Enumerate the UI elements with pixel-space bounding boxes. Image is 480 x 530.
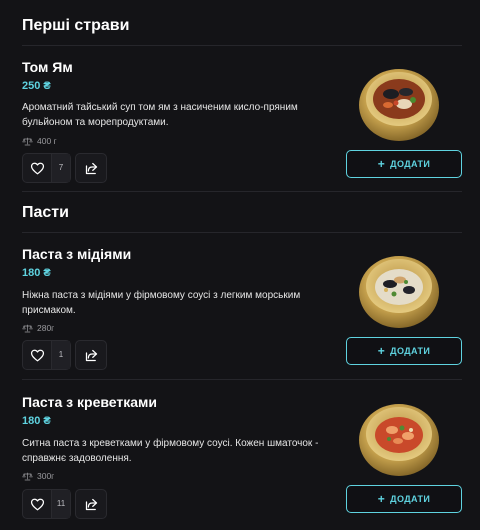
plus-icon: + xyxy=(377,492,386,506)
like-control: 7 xyxy=(22,153,71,183)
section-divider xyxy=(22,45,462,46)
share-icon xyxy=(84,161,99,176)
item-weight: 300г xyxy=(22,471,54,481)
heart-icon xyxy=(30,161,45,176)
like-button[interactable] xyxy=(23,341,51,369)
item-price: 250 ₴ xyxy=(22,80,51,92)
item-actions: 1 xyxy=(22,340,107,370)
item-description: Ніжна паста з мідіями у фірмовому соусі … xyxy=(22,290,301,316)
item-actions: 11 xyxy=(22,489,107,519)
plus-icon: + xyxy=(377,344,386,358)
item-weight: 280г xyxy=(22,323,54,333)
like-count: 1 xyxy=(51,341,70,369)
scale-icon xyxy=(22,472,33,481)
add-to-cart-button[interactable]: + ДОДАТИ xyxy=(346,337,462,365)
item-description: Ситна паста з креветками у фірмовому соу… xyxy=(22,438,319,464)
like-count: 11 xyxy=(51,490,70,518)
add-button-label: ДОДАТИ xyxy=(390,346,431,356)
like-button[interactable] xyxy=(23,490,51,518)
scale-icon xyxy=(22,324,33,333)
tom-yum-dish-image xyxy=(359,69,439,141)
item-name: Том Ям xyxy=(22,59,73,75)
like-count: 7 xyxy=(51,154,70,182)
add-button-label: ДОДАТИ xyxy=(390,159,431,169)
shrimp-pasta-dish-image xyxy=(359,404,439,476)
item-weight-value: 300г xyxy=(37,471,55,481)
share-icon xyxy=(84,497,99,512)
heart-icon xyxy=(30,497,45,512)
add-to-cart-button[interactable]: + ДОДАТИ xyxy=(346,150,462,178)
add-to-cart-button[interactable]: + ДОДАТИ xyxy=(346,485,462,513)
item-price: 180 ₴ xyxy=(22,415,51,427)
like-control: 11 xyxy=(22,489,71,519)
item-divider xyxy=(22,379,462,380)
item-weight: 400 г xyxy=(22,136,57,146)
menu-page: Перші страви Том Ям 250 ₴ Ароматний тайс… xyxy=(0,0,480,530)
item-name: Паста з мідіями xyxy=(22,246,132,262)
share-icon xyxy=(84,348,99,363)
item-actions: 7 xyxy=(22,153,107,183)
item-divider xyxy=(22,191,462,192)
heart-icon xyxy=(30,348,45,363)
item-description: Ароматний тайський суп том ям з насичени… xyxy=(22,102,298,128)
mussel-pasta-dish-image xyxy=(359,256,439,328)
add-button-label: ДОДАТИ xyxy=(390,494,431,504)
item-name: Паста з креветками xyxy=(22,394,157,410)
plus-icon: + xyxy=(377,157,386,171)
like-button[interactable] xyxy=(23,154,51,182)
item-price: 180 ₴ xyxy=(22,267,51,279)
section-divider xyxy=(22,232,462,233)
item-weight-value: 400 г xyxy=(37,136,57,146)
section-title-pasta: Пасти xyxy=(22,204,69,221)
scale-icon xyxy=(22,137,33,146)
like-control: 1 xyxy=(22,340,71,370)
share-button[interactable] xyxy=(75,153,107,183)
item-weight-value: 280г xyxy=(37,323,55,333)
share-button[interactable] xyxy=(75,340,107,370)
section-title-first-courses: Перші страви xyxy=(22,17,130,34)
share-button[interactable] xyxy=(75,489,107,519)
